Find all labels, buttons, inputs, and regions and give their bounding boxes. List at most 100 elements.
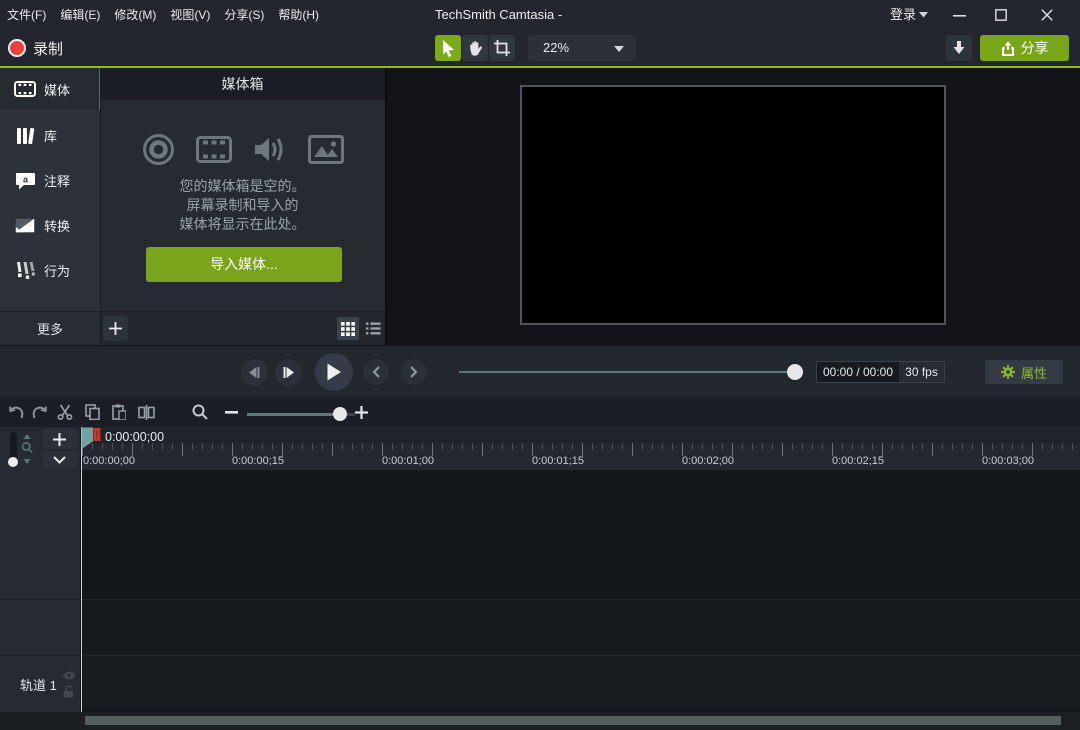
copy-button[interactable] [83,403,101,421]
sidebar-item-annotations[interactable]: a 注释 [0,158,100,203]
signin-caret-icon[interactable] [919,12,928,18]
undo-button[interactable] [7,403,25,421]
sidebar-item-behaviors[interactable]: 行为 [0,248,100,293]
zoom-select[interactable]: 22% [528,35,636,61]
ruler-tick-minor [962,443,963,450]
preview-canvas[interactable] [520,85,946,325]
play-button[interactable] [315,353,353,391]
menu-help[interactable]: 帮助(H) [271,0,326,30]
close-button[interactable] [1032,0,1062,30]
playback-slider-handle[interactable] [787,364,803,380]
minimize-button[interactable] [944,0,974,30]
signin-button[interactable]: 登录 [890,0,916,30]
menu-items: 文件(F)编辑(E)修改(M)视图(V)分享(S)帮助(H) [0,0,326,30]
sidebar-more-button[interactable]: 更多 [0,311,100,345]
record-button[interactable]: 录制 [8,30,63,66]
ruler-tick-minor [152,443,153,450]
media-empty-text: 您的媒体箱是空的。 屏幕录制和导入的 媒体将显示在此处。 [100,177,385,234]
ruler-tick-minor [952,443,953,450]
share-button[interactable]: 分享 [980,35,1069,61]
previous-button[interactable] [363,359,389,385]
ruler-tick-major [182,443,183,456]
ruler-tick-minor [552,443,553,450]
menu-view[interactable]: 视图(V) [163,0,217,30]
ruler-tick-minor [742,443,743,450]
sidebar-item-media[interactable]: 媒体 [0,68,100,110]
ruler-tick-minor [562,443,563,450]
menu-modify[interactable]: 修改(M) [107,0,163,30]
add-media-button[interactable] [103,316,128,341]
record-icon [8,39,26,57]
ruler-tick-minor [772,443,773,450]
fps-display[interactable]: 30 fps [899,361,945,383]
ruler-tick-minor [462,443,463,450]
sidebar-item-transitions[interactable]: 转换 [0,203,100,248]
timeline-tracks[interactable] [81,470,1080,712]
zoom-caret-icon [614,46,624,52]
lane-divider [81,599,1080,600]
menu-edit[interactable]: 编辑(E) [53,0,107,30]
filmstrip-icon [14,81,36,97]
playhead-grip[interactable] [93,428,101,441]
ruler-tick-minor [102,443,103,450]
collapse-tracks-button[interactable] [42,451,77,468]
ruler-tick-minor [352,443,353,450]
timeline-bottom-gutter [0,712,80,730]
timeline-zoom-handle[interactable] [333,407,347,421]
crop-icon [494,40,510,56]
next-button[interactable] [401,359,427,385]
list-view-button[interactable] [362,317,384,340]
horizontal-scrollbar[interactable] [85,716,1061,725]
media-panel: 媒体箱 您的媒体箱是空的。 屏幕录制和导入的 媒体将显示在此处。 导入媒体... [100,68,385,345]
menu-file[interactable]: 文件(F) [0,0,53,30]
track-height-knob[interactable] [8,457,18,467]
maximize-button[interactable] [986,0,1016,30]
timeline-bottom-strip [0,712,1080,730]
selection-tool-button[interactable] [435,35,461,61]
ruler-tick-minor [212,443,213,450]
timeline-lane [81,599,1080,655]
ruler-tick-minor [792,443,793,450]
pan-tool-button[interactable] [462,35,488,61]
playback-slider-track[interactable] [459,371,801,373]
chevron-down-icon [53,456,66,464]
track-zoom-controls [0,427,80,470]
menu-bar: 文件(F)编辑(E)修改(M)视图(V)分享(S)帮助(H) TechSmith… [0,0,1080,30]
track-lock-icon[interactable] [63,685,74,698]
sidebar-item-library[interactable]: 库 [0,113,100,158]
ruler-tick-minor [912,443,913,450]
export-button[interactable] [946,35,972,61]
paste-icon [112,404,126,420]
track-visibility-icon[interactable] [62,671,76,680]
add-track-button[interactable] [42,429,77,449]
minus-icon [225,411,238,414]
ruler-tick-minor [502,443,503,450]
split-button[interactable] [137,403,155,421]
timeline-toolbar [0,397,1080,427]
track1-lane[interactable] [81,655,1080,709]
track1-header[interactable]: 轨道 1 [0,655,80,709]
media-empty-line2: 屏幕录制和导入的 [100,196,385,215]
media-bottom-bar [100,311,385,345]
step-forward-button[interactable] [275,359,302,386]
grid-view-button[interactable] [337,317,359,340]
cut-button[interactable] [56,403,74,421]
ruler-tick-minor [702,443,703,450]
behaviors-icon [14,262,36,280]
step-backward-button[interactable] [241,359,268,386]
properties-button[interactable]: 属性 [985,360,1063,384]
import-media-button[interactable]: 导入媒体... [146,247,342,282]
crop-tool-button[interactable] [489,35,515,61]
lane-divider [81,655,1080,656]
timeline-ruler[interactable]: 0:00:00;00 0:00:00;15 0:00:01;00 0:00:01… [81,427,1080,470]
sidebar-more-label: 更多 [37,319,63,338]
ruler-tick-minor [292,443,293,450]
menu-share[interactable]: 分享(S) [217,0,271,30]
zoom-in-button[interactable] [352,403,370,421]
paste-button[interactable] [110,403,128,421]
ruler-tick-minor [992,443,993,450]
ruler-tick-minor [322,443,323,450]
redo-button[interactable] [31,403,49,421]
zoom-out-button[interactable] [222,403,240,421]
timeline-zoom-fill [247,413,333,416]
